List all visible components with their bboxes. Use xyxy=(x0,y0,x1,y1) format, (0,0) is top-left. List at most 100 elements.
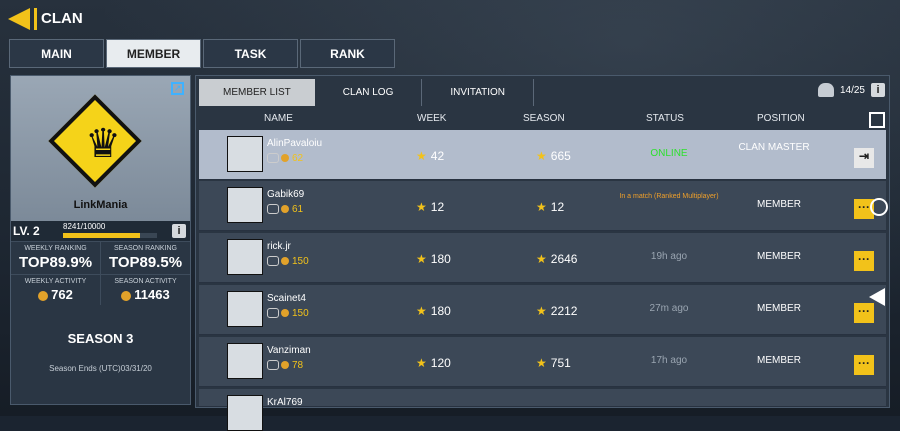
clan-level: LV. 2 xyxy=(13,224,40,238)
rank-icon xyxy=(267,204,279,215)
tab-member-list[interactable]: MEMBER LIST xyxy=(199,79,315,106)
table-row[interactable]: Scainet4 150 ★ 180 ★ 2212 27m ago MEMBER ·… xyxy=(199,285,886,335)
member-name: rick.jr xyxy=(267,241,291,252)
weekly-ranking-value: TOP89.9% xyxy=(18,254,93,271)
tab-task[interactable]: TASK xyxy=(203,39,298,68)
avatar xyxy=(227,136,263,172)
member-level-value: 78 xyxy=(292,360,304,371)
crown-icon: ♛ xyxy=(85,122,121,166)
member-season-value: 2212 xyxy=(550,304,578,318)
xp-bar-fill xyxy=(63,233,141,238)
table-row[interactable]: KrAl769 xyxy=(199,389,886,431)
level-row: LV. 2 8241/10000 i xyxy=(11,221,190,241)
tab-rank[interactable]: RANK xyxy=(300,39,395,68)
member-status: 27m ago xyxy=(649,303,689,314)
topbar: CLAN xyxy=(8,6,83,32)
star-icon: ★ xyxy=(536,304,547,318)
rank-icon xyxy=(267,153,279,164)
member-season-value: 2646 xyxy=(550,252,578,266)
member-level: 61 xyxy=(267,204,303,215)
home-button-icon[interactable] xyxy=(870,198,888,216)
star-icon: ★ xyxy=(416,356,427,370)
member-season: ★ 2646 xyxy=(536,252,577,266)
xp-bar xyxy=(63,233,157,238)
member-name: KrAl769 xyxy=(267,397,303,408)
leave-clan-icon[interactable]: ⇥ xyxy=(854,148,874,168)
more-options-button[interactable]: ··· xyxy=(854,251,874,271)
avatar xyxy=(227,343,263,379)
season-activity-value: 11463 xyxy=(134,287,170,302)
level-coin-icon xyxy=(281,309,289,318)
back-icon[interactable] xyxy=(8,8,30,30)
member-week: ★ 42 xyxy=(416,149,444,163)
table-row[interactable]: Vanziman 78 ★ 120 ★ 751 17h ago MEMBER ··· xyxy=(199,337,886,387)
tab-clan-log[interactable]: CLAN LOG xyxy=(315,79,423,106)
member-status: In a match (Ranked Multiplayer) xyxy=(619,193,719,200)
member-season: ★ 751 xyxy=(536,356,571,370)
star-icon: ★ xyxy=(416,252,427,266)
tab-main[interactable]: MAIN xyxy=(9,39,104,68)
season-activity: SEASON ACTIVITY 11463 xyxy=(101,275,190,305)
member-status: 17h ago xyxy=(650,355,688,366)
weekly-ranking-label: WEEKLY RANKING xyxy=(24,245,87,252)
member-level: 78 xyxy=(267,360,303,371)
star-icon: ★ xyxy=(416,200,427,214)
weekly-activity: WEEKLY ACTIVITY 762 xyxy=(11,275,101,305)
member-position: MEMBER xyxy=(757,303,801,314)
member-name: AlinPavaloiu xyxy=(267,138,323,149)
table-row[interactable]: Gabik69 61 ★ 12 ★ 12 In a match (Ranked Mu… xyxy=(199,181,886,231)
share-icon[interactable]: ↗ xyxy=(171,82,184,95)
member-week: ★ 12 xyxy=(416,200,444,214)
member-panel: MEMBER LIST CLAN LOG INVITATION 14/25 i … xyxy=(195,75,890,431)
rank-icon xyxy=(267,360,279,371)
member-week: ★ 120 xyxy=(416,356,451,370)
season-ranking: SEASON RANKING TOP89.5% xyxy=(101,242,190,274)
weekly-ranking: WEEKLY RANKING TOP89.9% xyxy=(11,242,101,274)
tab-invitation[interactable]: INVITATION xyxy=(422,79,535,106)
rank-icon xyxy=(267,256,279,267)
member-level: 62 xyxy=(267,153,303,164)
member-position: MEMBER xyxy=(757,251,801,262)
info-icon[interactable]: i xyxy=(172,224,186,238)
star-icon: ★ xyxy=(416,149,427,163)
back-button-icon[interactable] xyxy=(869,288,885,306)
clan-xp: 8241/10000 xyxy=(63,222,106,231)
table-row[interactable]: AlinPavaloiu 62 ★ 42 ★ 665 ONLINE CLAN MAS… xyxy=(199,130,886,180)
member-position: CLAN MASTER xyxy=(738,142,810,153)
more-options-button[interactable]: ··· xyxy=(854,303,874,323)
table-row[interactable]: rick.jr 150 ★ 180 ★ 2646 19h ago MEMBER ··… xyxy=(199,233,886,283)
more-options-button[interactable]: ··· xyxy=(854,355,874,375)
member-level-value: 61 xyxy=(292,204,304,215)
level-coin-icon xyxy=(281,154,289,163)
col-season: SEASON xyxy=(523,113,565,124)
ranking-row: WEEKLY RANKING TOP89.9% SEASON RANKING T… xyxy=(11,241,190,274)
member-week-value: 180 xyxy=(430,304,451,318)
member-week-value: 120 xyxy=(430,356,451,370)
member-status: ONLINE xyxy=(650,148,688,159)
season-title: SEASON 3 xyxy=(67,331,134,346)
member-position: MEMBER xyxy=(757,199,801,210)
col-position: POSITION xyxy=(757,113,805,124)
season-ends: Season Ends (UTC)03/31/20 xyxy=(49,364,152,373)
member-week: ★ 180 xyxy=(416,304,451,318)
tab-member[interactable]: MEMBER xyxy=(106,39,201,68)
activity-coin-icon xyxy=(38,290,49,301)
weekly-activity-label: WEEKLY ACTIVITY xyxy=(24,278,87,285)
table-header: NAME WEEK SEASON STATUS POSITION xyxy=(196,111,886,127)
member-season-value: 665 xyxy=(550,149,571,163)
member-week: ★ 180 xyxy=(416,252,451,266)
member-name: Vanziman xyxy=(267,345,311,356)
member-season-value: 751 xyxy=(550,356,571,370)
member-count: 14/25 i xyxy=(817,83,885,97)
select-all-checkbox[interactable] xyxy=(869,112,885,128)
col-status: STATUS xyxy=(646,113,684,124)
star-icon: ★ xyxy=(536,200,547,214)
rank-icon xyxy=(267,308,279,319)
weekly-activity-value: 762 xyxy=(51,287,73,302)
info-icon[interactable]: i xyxy=(871,83,885,97)
member-level-value: 150 xyxy=(292,308,309,319)
avatar xyxy=(227,239,263,275)
member-season-value: 12 xyxy=(550,200,565,214)
member-position: MEMBER xyxy=(757,355,801,366)
member-season: ★ 665 xyxy=(536,149,571,163)
